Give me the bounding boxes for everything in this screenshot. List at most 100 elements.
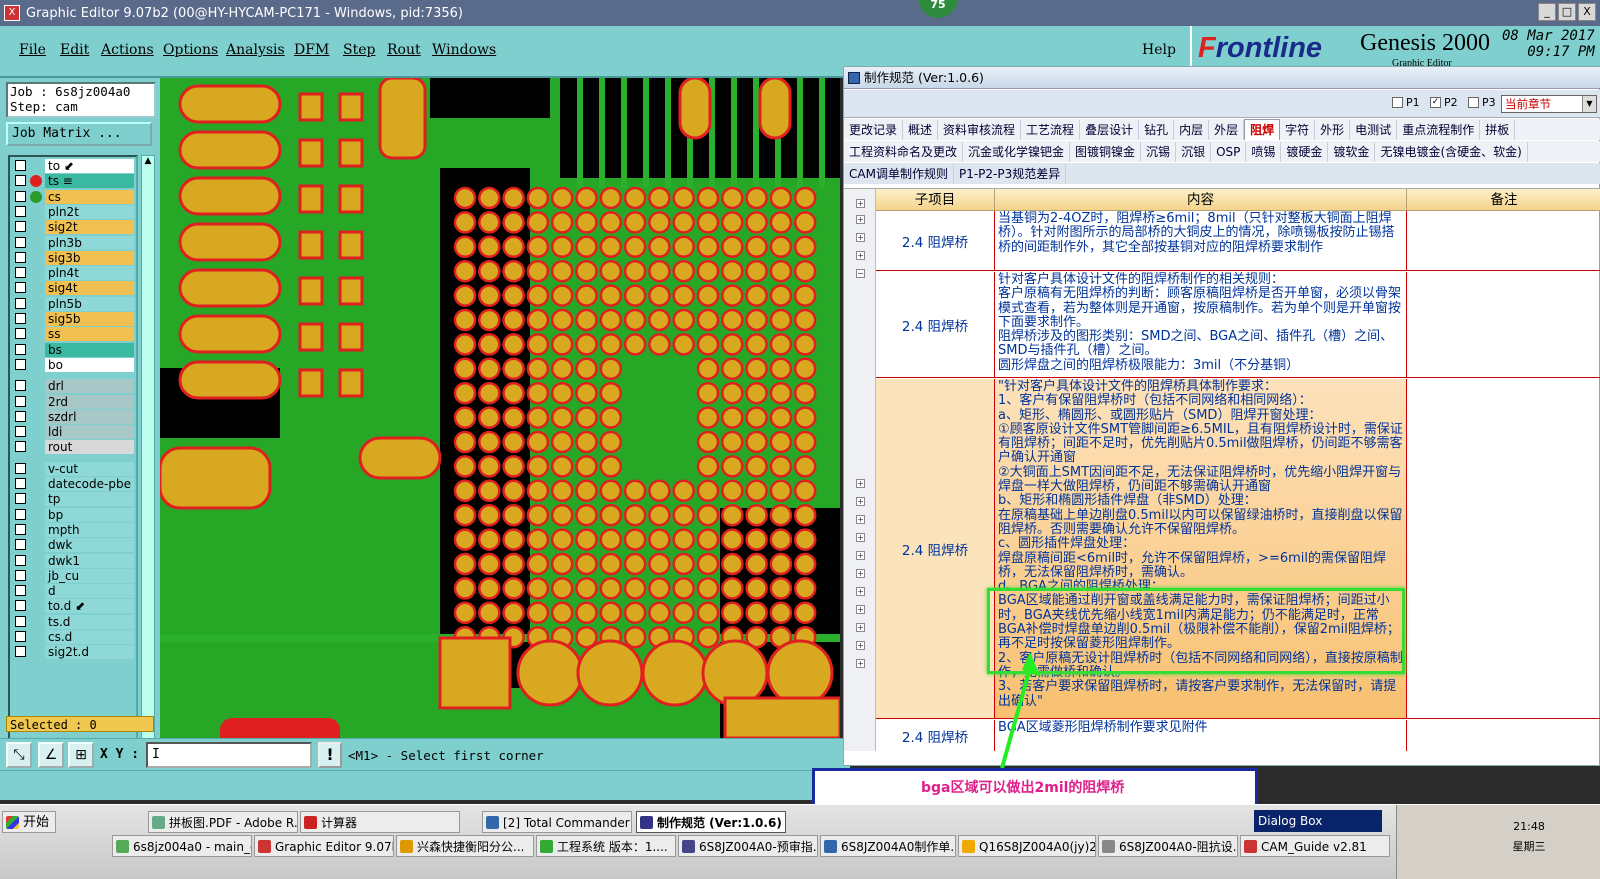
zoom-area-icon[interactable]: ⤡ xyxy=(6,742,32,768)
layer-checkbox[interactable] xyxy=(15,328,26,340)
layer-name[interactable]: ldi xyxy=(45,425,134,440)
layer-item-to[interactable]: to ⬋ xyxy=(12,159,134,173)
taskbar-item[interactable]: 拼板图.PDF - Adobe R... xyxy=(148,811,298,833)
expand-icon[interactable]: + xyxy=(856,251,865,260)
warning-button[interactable]: ! xyxy=(318,742,342,768)
taskbar-item[interactable]: 6S8JZ004A0-预审指... xyxy=(678,835,818,857)
menu-windows[interactable]: Windows xyxy=(432,42,496,58)
layer-checkbox[interactable] xyxy=(15,478,26,489)
taskbar-item[interactable]: CAM_Guide v2.81 xyxy=(1240,835,1390,857)
layer-name[interactable]: pln3b xyxy=(45,235,134,250)
layer-item-2rd[interactable]: 2rd xyxy=(12,394,134,409)
layer-name[interactable]: szdrl xyxy=(45,409,134,424)
layer-name[interactable]: ts ≡ xyxy=(45,174,134,189)
menu-analysis[interactable]: Analysis xyxy=(226,42,285,58)
layer-item-sig5b[interactable]: sig5b xyxy=(12,312,134,326)
layer-name[interactable]: mpth xyxy=(45,522,134,537)
maximize-button[interactable]: □ xyxy=(1558,3,1576,21)
expand-icon[interactable]: + xyxy=(856,623,865,632)
tab-无镍电镀金(含硬金、软金)[interactable]: 无镍电镀金(含硬金、软金) xyxy=(1375,142,1528,162)
tab-概述[interactable]: 概述 xyxy=(903,120,939,140)
layer-item-bs[interactable]: bs xyxy=(12,342,134,357)
tab-资料审核流程[interactable]: 资料审核流程 xyxy=(938,120,1022,140)
layer-checkbox[interactable] xyxy=(15,539,26,551)
table-row[interactable]: 2.4 阻焊桥 "针对客户具体设计文件的阻焊桥具体制作要求： 1、客户有保留阻焊桥… xyxy=(876,379,1600,719)
layer-item-sig2t[interactable]: sig2t xyxy=(12,220,134,235)
layer-checkbox[interactable] xyxy=(15,205,26,217)
layer-item-mpth[interactable]: mpth xyxy=(12,522,134,537)
tab-镀硬金[interactable]: 镀硬金 xyxy=(1281,142,1329,162)
layer-item-sig4t[interactable]: sig4t xyxy=(12,281,134,296)
layer-checkbox[interactable] xyxy=(15,554,26,566)
tab-钻孔[interactable]: 钻孔 xyxy=(1139,120,1175,140)
layer-name[interactable]: pln5b xyxy=(45,296,134,311)
layer-name[interactable]: ss xyxy=(45,327,134,342)
p2-checkbox[interactable]: ✓ P2 xyxy=(1430,96,1458,109)
layer-item-jb_cu[interactable]: jb_cu xyxy=(12,568,134,583)
layer-name[interactable]: datecode-pbe xyxy=(45,477,134,491)
taskbar-item[interactable]: Graphic Editor 9.07b... xyxy=(254,835,394,857)
tab-外形[interactable]: 外形 xyxy=(1315,120,1351,140)
layer-name[interactable]: bo xyxy=(45,357,134,372)
layer-name[interactable]: d xyxy=(45,584,134,599)
expand-icon[interactable]: + xyxy=(856,569,865,578)
taskbar-item[interactable]: 6S8JZ004A0-阻抗设... xyxy=(1098,835,1238,857)
tab-沉金或化学镍钯金[interactable]: 沉金或化学镍钯金 xyxy=(963,142,1071,162)
menu-dfm[interactable]: DFM xyxy=(294,42,329,58)
expand-icon[interactable]: + xyxy=(856,199,865,208)
layer-item-ldi[interactable]: ldi xyxy=(12,425,134,440)
taskbar-item[interactable]: 6s8jz004a0 - main_qa xyxy=(112,835,252,857)
layer-checkbox[interactable] xyxy=(15,160,26,171)
layer-item-pln5b[interactable]: pln5b xyxy=(12,296,134,311)
expand-icon[interactable]: + xyxy=(856,515,865,524)
layer-checkbox[interactable] xyxy=(15,175,26,187)
pcb-canvas[interactable] xyxy=(160,78,840,738)
table-row[interactable]: 2.4 阻焊桥 BGA区域菱形阻焊桥制作要求见附件 xyxy=(876,720,1600,751)
layer-checkbox[interactable] xyxy=(15,600,26,612)
expand-icon[interactable]: + xyxy=(856,479,865,488)
menu-file[interactable]: File xyxy=(19,42,46,58)
layer-name[interactable]: to ⬋ xyxy=(45,159,134,173)
layer-name[interactable]: sig2t xyxy=(45,220,134,235)
layer-checkbox[interactable] xyxy=(15,313,26,324)
table-row[interactable]: 2.4 阻焊桥 针对客户具体设计文件的阻焊桥制作的相关规则： 客户原稿有无阻焊桥的… xyxy=(876,272,1600,378)
layer-checkbox[interactable] xyxy=(15,190,26,202)
layer-name[interactable]: v-cut xyxy=(45,461,134,476)
tab-更改记录[interactable]: 更改记录 xyxy=(844,120,904,140)
layer-item-pln3b[interactable]: pln3b xyxy=(12,235,134,250)
tab-重点流程制作[interactable]: 重点流程制作 xyxy=(1397,120,1481,140)
tab-内层[interactable]: 内层 xyxy=(1174,120,1210,140)
expand-icon[interactable]: + xyxy=(856,233,865,242)
menu-options[interactable]: Options xyxy=(163,42,218,58)
taskbar-item[interactable]: [2] Total Commander 7... xyxy=(482,811,632,833)
layer-name[interactable]: 2rd xyxy=(45,394,134,409)
layer-checkbox[interactable] xyxy=(15,251,26,263)
scroll-up-icon[interactable]: ▲ xyxy=(143,156,153,166)
layer-item-dwk1[interactable]: dwk1 xyxy=(12,553,134,568)
grid-icon[interactable]: ⊞ xyxy=(68,742,94,768)
layer-item-cs.d[interactable]: cs.d xyxy=(12,630,134,644)
layer-item-tp[interactable]: tp xyxy=(12,492,134,507)
xy-input[interactable]: I xyxy=(146,742,312,768)
expand-icon[interactable]: + xyxy=(856,605,865,614)
tab-OSP[interactable]: OSP xyxy=(1211,142,1247,162)
layer-checkbox[interactable] xyxy=(15,410,26,422)
tab-字符[interactable]: 字符 xyxy=(1280,120,1316,140)
layer-name[interactable]: pln2t xyxy=(45,204,134,219)
layer-item-drl[interactable]: drl xyxy=(12,379,134,394)
layer-name[interactable]: bp xyxy=(45,507,134,522)
layer-checkbox[interactable] xyxy=(15,395,26,407)
layer-name[interactable]: sig5b xyxy=(45,312,134,326)
layer-checkbox[interactable] xyxy=(15,585,26,597)
layer-name[interactable]: bs xyxy=(45,342,134,357)
p3-checkbox[interactable]: P3 xyxy=(1468,96,1496,109)
tab-阻焊[interactable]: 阻焊 xyxy=(1244,119,1281,140)
layer-name[interactable]: ts.d xyxy=(45,614,134,629)
expand-icon[interactable]: + xyxy=(856,551,865,560)
layer-checkbox[interactable] xyxy=(15,358,26,370)
chapter-select[interactable]: 当前章节 ▼ xyxy=(1501,95,1597,113)
dialog-box-task[interactable]: Dialog Box xyxy=(1254,810,1382,832)
layer-item-v-cut[interactable]: v-cut xyxy=(12,461,134,476)
layer-name[interactable]: sig2t.d xyxy=(45,645,134,660)
layer-name[interactable]: sig4t xyxy=(45,281,134,296)
